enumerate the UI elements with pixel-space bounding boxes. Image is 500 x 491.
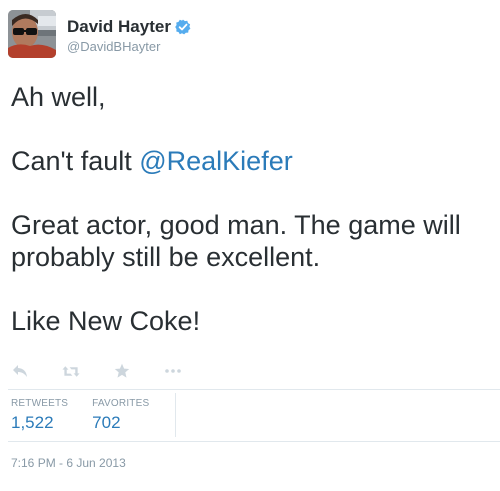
tweet-line-2: Can't fault @RealKiefer — [11, 145, 500, 177]
tweet-gap — [11, 177, 500, 209]
more-icon — [165, 369, 181, 373]
avatar-photo — [8, 10, 56, 58]
reply-button[interactable] — [11, 362, 29, 380]
user-names: David Hayter @DavidBHayter — [67, 17, 191, 56]
divider — [8, 441, 500, 442]
retweets-count: 1,522 — [11, 413, 54, 432]
tweet-line-4: probably still be excellent. — [11, 242, 321, 272]
mention-link[interactable]: @RealKiefer — [139, 146, 292, 176]
tweet-card: David Hayter @DavidBHayter Ah well, Can'… — [0, 0, 500, 491]
user-screenname[interactable]: @DavidBHayter — [67, 38, 191, 56]
retweet-icon — [62, 365, 80, 377]
tweet-stats: RETWEETS 1,522 FAVORITES 702 — [11, 398, 173, 434]
retweets-stat[interactable]: RETWEETS 1,522 — [11, 398, 68, 434]
tweet-gap — [11, 273, 500, 305]
verified-badge-icon — [175, 19, 191, 35]
name-row: David Hayter — [67, 17, 191, 37]
tweet-actions — [11, 362, 215, 380]
tweet-line-5: Like New Coke! — [11, 306, 201, 336]
tweet-gap — [11, 113, 500, 145]
retweet-button[interactable] — [62, 362, 80, 380]
tweet-timestamp[interactable]: 7:16 PM - 6 Jun 2013 — [11, 455, 126, 471]
tweet-text: Ah well, Can't fault @RealKiefer Great a… — [11, 81, 500, 337]
tweet-line-1: Ah well, — [11, 82, 106, 112]
reply-icon — [13, 365, 27, 377]
tweet-line-2-text: Can't fault — [11, 146, 140, 176]
avatar[interactable] — [8, 10, 56, 58]
user-fullname[interactable]: David Hayter — [67, 17, 171, 37]
divider — [8, 389, 500, 390]
stats-separator — [175, 393, 176, 437]
star-icon — [114, 363, 130, 378]
favorites-count: 702 — [92, 413, 121, 432]
favorites-label: FAVORITES — [92, 398, 150, 409]
tweet-line-3: Great actor, good man. The game will — [11, 210, 461, 240]
favorite-button[interactable] — [113, 362, 131, 380]
retweets-label: RETWEETS — [11, 398, 69, 409]
tweet-header: David Hayter @DavidBHayter — [8, 10, 191, 60]
favorites-stat[interactable]: FAVORITES 702 — [92, 398, 149, 434]
more-button[interactable] — [164, 362, 182, 380]
